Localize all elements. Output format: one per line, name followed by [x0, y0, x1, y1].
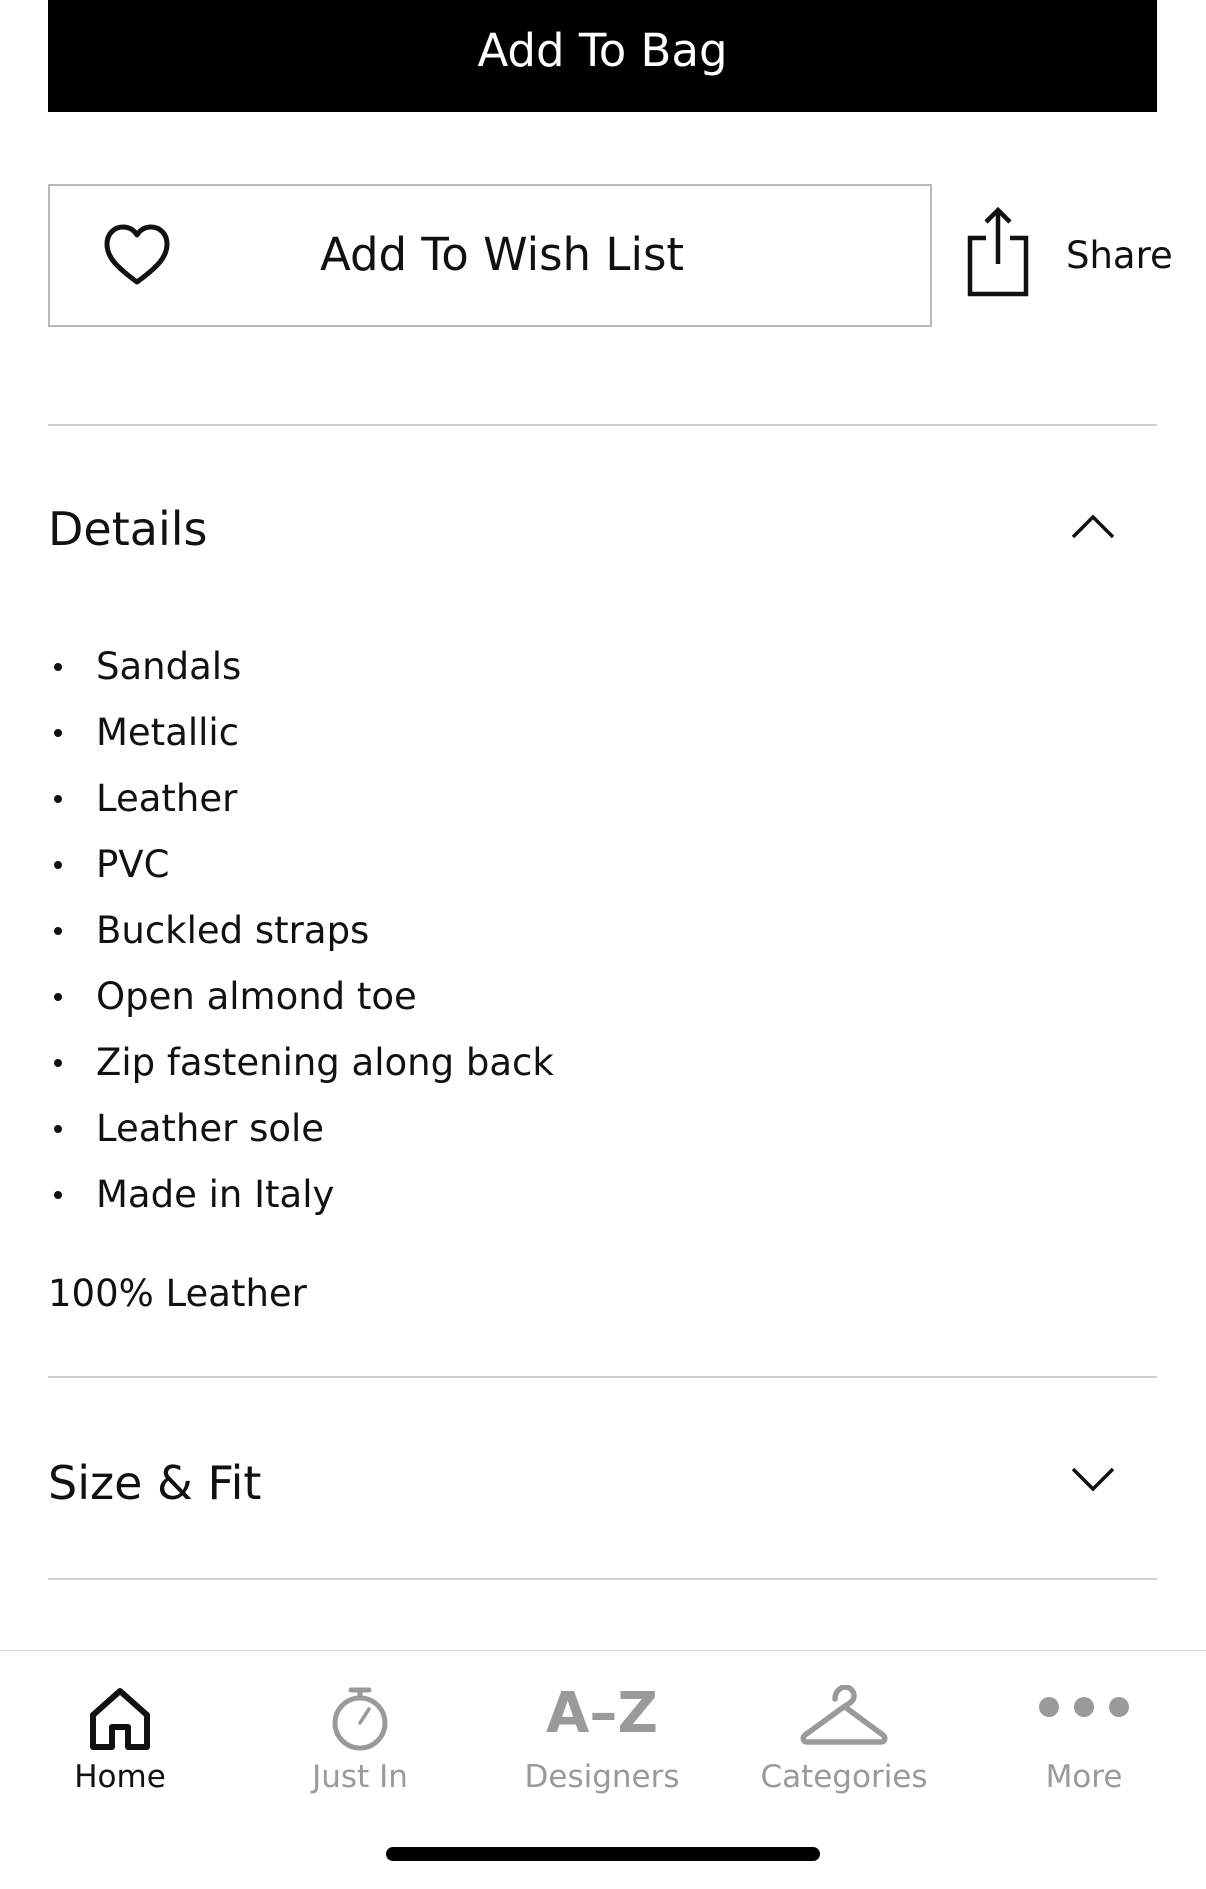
tab-more[interactable]: More [964, 1651, 1204, 1811]
chevron-up-icon [1071, 514, 1115, 539]
details-list-item: Buckled straps [48, 898, 554, 964]
tab-home-label: Home [74, 1759, 166, 1795]
add-to-bag-button[interactable]: Add To Bag [48, 0, 1157, 112]
details-list-item: Leather [48, 766, 554, 832]
details-list-item: Sandals [48, 634, 554, 700]
share-label: Share [1066, 234, 1173, 277]
details-list-item: Open almond toe [48, 964, 554, 1030]
tab-designers-label: Designers [524, 1759, 680, 1795]
details-list-item: Made in Italy [48, 1162, 554, 1228]
composition-text: 100% Leather [48, 1272, 307, 1315]
divider [48, 1376, 1157, 1378]
details-list-item: PVC [48, 832, 554, 898]
tab-designers[interactable]: A–Z Designers [482, 1651, 722, 1811]
details-list: Sandals Metallic Leather PVC Buckled straps O… [48, 634, 554, 1228]
details-accordion-header[interactable]: Details [48, 480, 1157, 580]
hanger-icon [800, 1685, 888, 1745]
tab-just-in[interactable]: Just In [240, 1651, 480, 1811]
divider [48, 1578, 1157, 1580]
stopwatch-icon [332, 1687, 388, 1751]
a-z-icon: A–Z [546, 1681, 658, 1746]
details-list-item: Leather sole [48, 1096, 554, 1162]
tab-home[interactable]: Home [0, 1651, 240, 1811]
home-indicator [386, 1847, 820, 1861]
size-fit-accordion-header[interactable]: Size & Fit [48, 1430, 1157, 1530]
heart-icon [104, 224, 170, 285]
tab-categories[interactable]: Categories [724, 1651, 964, 1811]
home-icon [90, 1688, 150, 1750]
add-to-wish-list-label: Add To Wish List [320, 228, 685, 281]
share-icon [967, 206, 1029, 297]
details-title: Details [48, 502, 208, 556]
add-to-wish-list-button[interactable]: Add To Wish List [48, 184, 932, 327]
size-fit-title: Size & Fit [48, 1456, 262, 1510]
divider [48, 424, 1157, 426]
chevron-down-icon [1071, 1467, 1115, 1492]
tab-categories-label: Categories [760, 1759, 928, 1795]
share-button[interactable]: Share [966, 200, 1173, 310]
details-list-item: Metallic [48, 700, 554, 766]
tab-just-in-label: Just In [312, 1759, 408, 1795]
tab-more-label: More [1045, 1759, 1123, 1795]
add-to-bag-label: Add To Bag [477, 23, 728, 77]
more-dots-icon [1039, 1697, 1129, 1717]
details-list-item: Zip fastening along back [48, 1030, 554, 1096]
